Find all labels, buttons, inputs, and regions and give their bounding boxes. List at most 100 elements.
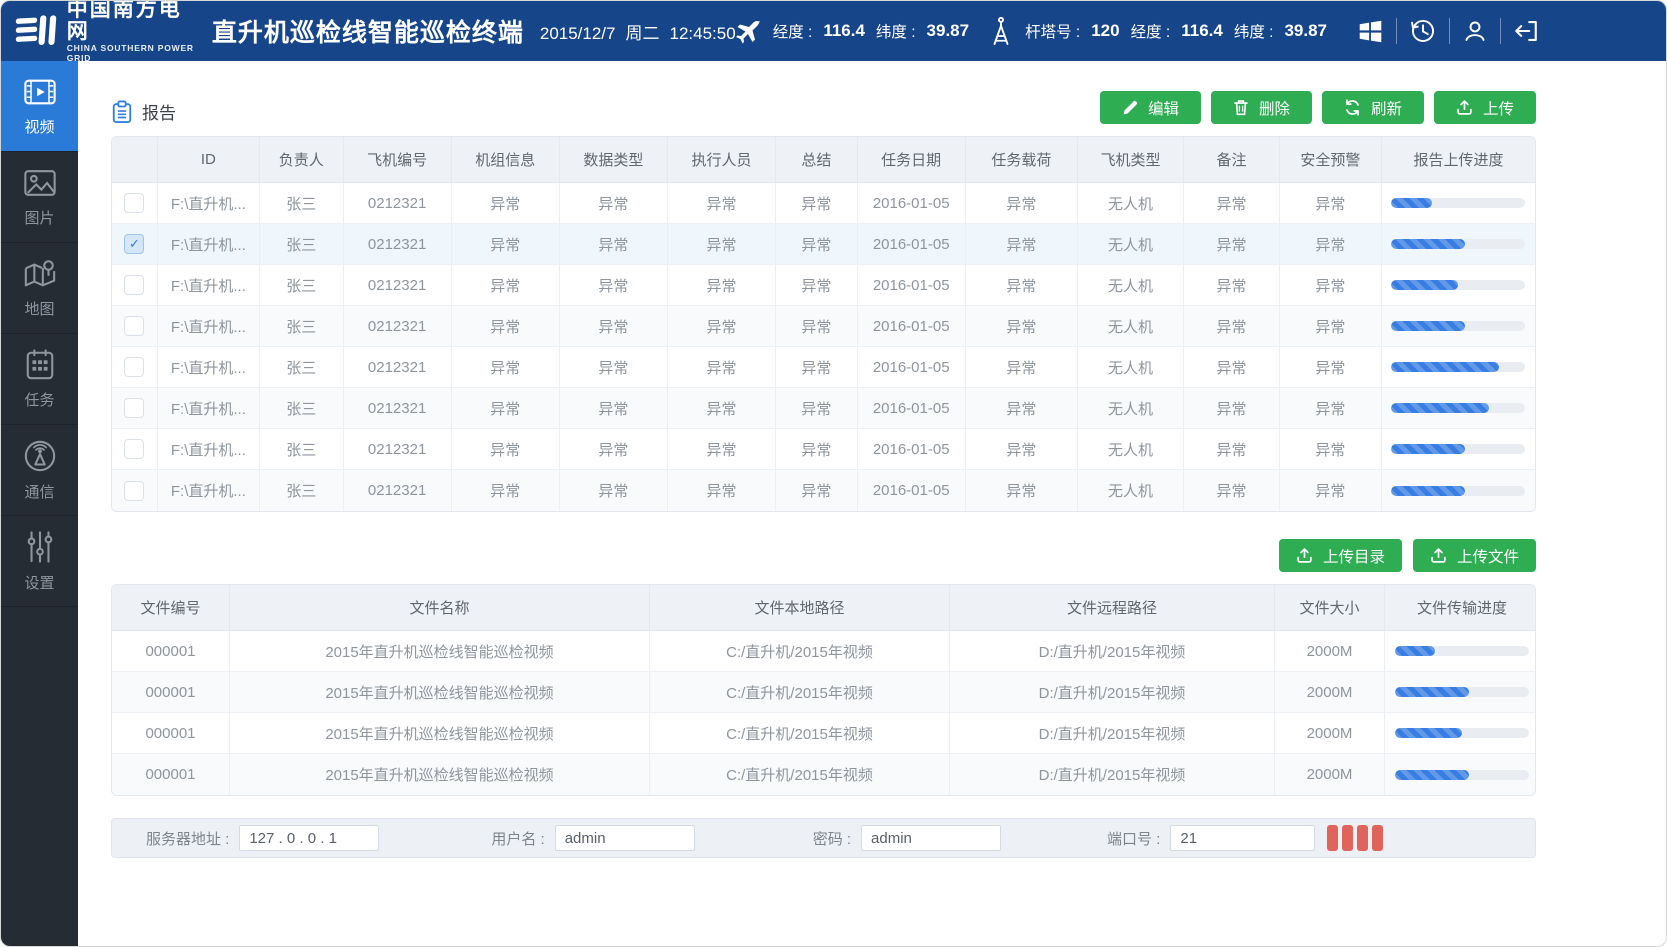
row-checkbox[interactable] [124,481,144,501]
cell-file_name: 2015年直升机巡检线智能巡检视频 [230,713,650,754]
table-row[interactable]: ✓F:\直升机...张三0212321异常异常异常异常2016-01-05异常无… [112,224,1535,265]
column-header-warning: 安全预警 [1280,137,1382,183]
upload-button[interactable]: 上传 [1434,91,1536,124]
cell-file_size: 2000M [1275,672,1385,713]
table-row[interactable]: F:\直升机...张三0212321异常异常异常异常2016-01-05异常无人… [112,306,1535,347]
cell-progress [1382,224,1535,265]
progress-bar-fill [1391,444,1465,454]
sidebar-item-settings[interactable]: 设置 [1,516,78,607]
progress-bar-fill [1391,403,1489,413]
time-text: 12:45:50 [670,24,736,44]
cell-file_no: 000001 [112,672,230,713]
flight-lat-value: 39.87 [927,21,970,41]
edit-button[interactable]: 编辑 [1100,91,1201,124]
cell-file_no: 000001 [112,713,230,754]
upload-file-button[interactable]: 上传文件 [1413,539,1536,572]
table-row[interactable]: F:\直升机...张三0212321异常异常异常异常2016-01-05异常无人… [112,470,1535,511]
cell-check [112,306,158,347]
cell-progress [1385,713,1536,754]
table-row[interactable]: F:\直升机...张三0212321异常异常异常异常2016-01-05异常无人… [112,265,1535,306]
cell-local_path: C:/直升机/2015年视频 [650,672,950,713]
cell-crew_info: 异常 [452,306,560,347]
sidebar: 视频 图片 地图 [1,61,78,946]
cell-task_date: 2016-01-05 [858,347,966,388]
cell-file_name: 2015年直升机巡检线智能巡检视频 [230,672,650,713]
cell-owner: 张三 [260,306,344,347]
refresh-button[interactable]: 刷新 [1322,91,1424,124]
video-icon [23,76,57,108]
cell-progress [1385,754,1536,795]
report-table: ID负责人飞机编号机组信息数据类型执行人员总结任务日期任务载荷飞机类型备注安全预… [112,137,1535,511]
cell-plane_type: 无人机 [1078,183,1184,224]
cell-remark: 异常 [1184,388,1280,429]
cell-local_path: C:/直升机/2015年视频 [650,631,950,672]
username-field: 用户名 : [491,825,694,851]
cell-progress [1382,429,1535,470]
column-header-check [112,137,158,183]
sidebar-item-tasks[interactable]: 任务 [1,334,78,425]
tasks-icon [24,349,56,381]
weekday-text: 周二 [626,19,660,44]
password-input[interactable] [861,825,1001,851]
column-header-file_no: 文件编号 [112,585,230,631]
windows-icon[interactable] [1345,18,1396,45]
aircraft-icon [736,18,762,44]
row-checkbox[interactable] [124,316,144,336]
cell-file_name: 2015年直升机巡检线智能巡检视频 [230,754,650,795]
cell-id: F:\直升机... [158,429,260,470]
cell-warning: 异常 [1280,265,1382,306]
table-row[interactable]: F:\直升机...张三0212321异常异常异常异常2016-01-05异常无人… [112,183,1535,224]
cell-plane_type: 无人机 [1078,347,1184,388]
row-checkbox[interactable] [124,398,144,418]
sidebar-item-video[interactable]: 视频 [1,61,78,152]
cell-id: F:\直升机... [158,265,260,306]
cell-summary: 异常 [776,224,858,265]
sidebar-item-pictures[interactable]: 图片 [1,152,78,243]
upload-icon [1430,547,1447,564]
row-checkbox[interactable] [124,439,144,459]
delete-button[interactable]: 删除 [1211,91,1312,124]
history-icon[interactable] [1397,17,1449,45]
cell-check [112,347,158,388]
row-checkbox[interactable]: ✓ [124,234,144,254]
server-address-input[interactable] [239,825,379,851]
table-row[interactable]: F:\直升机...张三0212321异常异常异常异常2016-01-05异常无人… [112,347,1535,388]
cell-task_date: 2016-01-05 [858,429,966,470]
sidebar-item-communication[interactable]: 通信 [1,425,78,516]
cell-id: F:\直升机... [158,347,260,388]
app-window: 中国南方电网 CHINA SOUTHERN POWER GRID 直升机巡检线智… [0,0,1667,947]
cell-remark: 异常 [1184,347,1280,388]
row-checkbox[interactable] [124,193,144,213]
table-row[interactable]: F:\直升机...张三0212321异常异常异常异常2016-01-05异常无人… [112,388,1535,429]
file-actions: 上传目录 上传文件 [111,539,1536,572]
column-header-summary: 总结 [776,137,858,183]
port-input[interactable] [1170,825,1315,851]
cell-plane_no: 0212321 [344,347,452,388]
upload-directory-button[interactable]: 上传目录 [1279,539,1402,572]
cell-payload: 异常 [966,470,1078,511]
refresh-icon [1344,99,1361,116]
cell-executor: 异常 [668,224,776,265]
tower-icon [988,16,1014,46]
tower-lat-value: 39.87 [1284,21,1327,41]
cell-data_type: 异常 [560,183,668,224]
user-icon[interactable] [1450,18,1500,44]
status-bar [1327,825,1338,851]
cell-local_path: C:/直升机/2015年视频 [650,754,950,795]
logout-icon[interactable] [1501,18,1551,44]
row-checkbox[interactable] [124,357,144,377]
geo-status: 经度 : 116.4 纬度 : 39.87 杆塔号 : 120 经度 : 116… [736,16,1327,46]
cell-data_type: 异常 [560,470,668,511]
cell-local_path: C:/直升机/2015年视频 [650,713,950,754]
cell-crew_info: 异常 [452,265,560,306]
system-icons [1345,17,1551,45]
sidebar-item-map[interactable]: 地图 [1,243,78,334]
username-input[interactable] [555,825,695,851]
column-header-task_date: 任务日期 [858,137,966,183]
cell-progress [1382,388,1535,429]
column-header-file_size: 文件大小 [1275,585,1385,631]
table-row[interactable]: F:\直升机...张三0212321异常异常异常异常2016-01-05异常无人… [112,429,1535,470]
sidebar-item-label: 通信 [24,481,54,502]
upload-icon [1456,99,1473,116]
row-checkbox[interactable] [124,275,144,295]
